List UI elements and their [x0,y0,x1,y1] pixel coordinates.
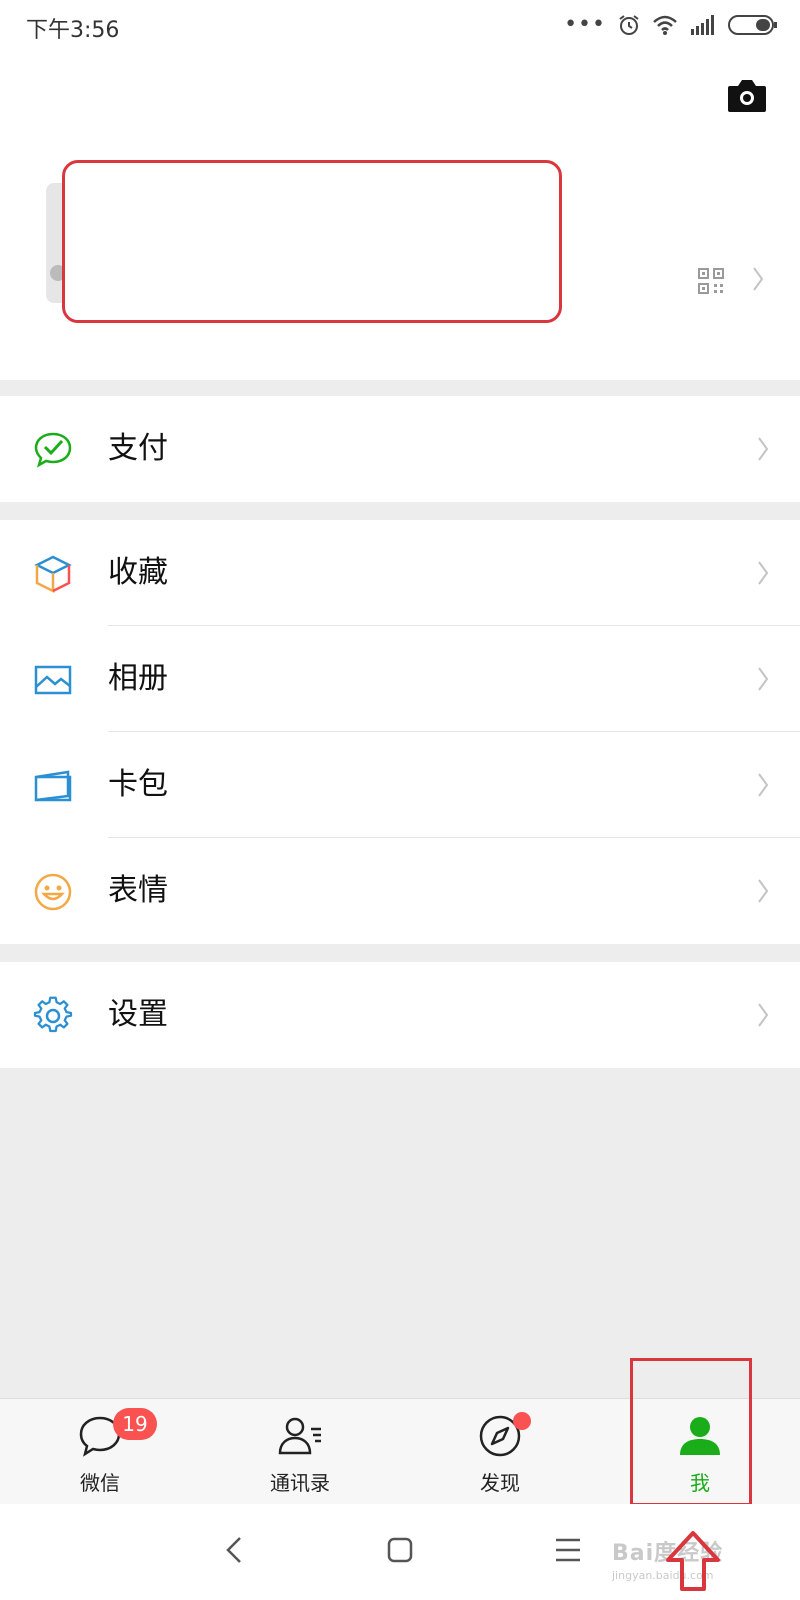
menu-label-favorites: 收藏 [108,555,168,590]
notification-dot [513,1412,531,1430]
pay-section: 支付 [0,396,800,502]
menu-icon[interactable] [548,1530,588,1570]
album-icon [34,665,72,695]
back-icon[interactable] [216,1530,256,1570]
unread-badge: 19 [113,1408,157,1440]
tab-label: 发现 [480,1471,520,1495]
chevron-right-icon [753,267,764,291]
menu-label-settings: 设置 [108,997,168,1032]
tab-label: 通讯录 [270,1471,330,1495]
tab-label: 微信 [80,1471,120,1495]
menu-item-stickers[interactable]: 表情 [0,838,800,944]
status-icons: ••• [564,12,778,38]
tab-contacts[interactable]: 通讯录 [200,1399,400,1505]
menu-label-pay: 支付 [108,431,168,466]
alarm-icon [619,15,639,35]
menu-item-favorites[interactable]: 收藏 [0,520,800,626]
chevron-right-icon [758,879,769,903]
favorites-cube-icon [34,555,72,594]
menu-label-stickers: 表情 [108,873,168,908]
signal-icon [691,15,714,35]
chevron-right-icon [758,437,769,461]
menu-label-cards: 卡包 [108,767,168,802]
tab-discover[interactable]: 发现 [400,1399,600,1505]
settings-section: 设置 [0,962,800,1068]
chevron-right-icon [758,667,769,691]
wifi-icon [653,15,677,35]
tab-chats[interactable]: 19 微信 [0,1399,200,1505]
contacts-icon [278,1417,321,1455]
profile-header[interactable] [0,50,800,380]
menu-item-cards[interactable]: 卡包 [0,732,800,838]
main-section: 收藏 相册 卡包 表情 [0,520,800,944]
qr-code-icon[interactable] [698,268,724,294]
smiley-icon [34,873,72,911]
menu-item-pay[interactable]: 支付 [0,396,800,502]
annotation-highlight-box [630,1358,752,1506]
camera-icon[interactable] [726,78,768,114]
battery-icon [728,15,777,35]
chevron-right-icon [758,561,769,585]
menu-item-settings[interactable]: 设置 [0,962,800,1068]
gear-icon [33,996,73,1033]
chevron-right-icon [758,773,769,797]
menu-label-album: 相册 [108,661,168,696]
annotation-up-arrow-icon [666,1531,720,1591]
status-bar: 下午3:56 ••• [0,0,800,50]
menu-item-album[interactable]: 相册 [0,626,800,732]
home-icon[interactable] [380,1530,420,1570]
redaction-box [62,160,562,323]
card-wallet-icon [34,770,72,802]
status-time: 下午3:56 [26,18,120,43]
chevron-right-icon [758,1003,769,1027]
wechat-pay-icon [34,432,72,468]
more-dots-icon: ••• [564,12,606,37]
